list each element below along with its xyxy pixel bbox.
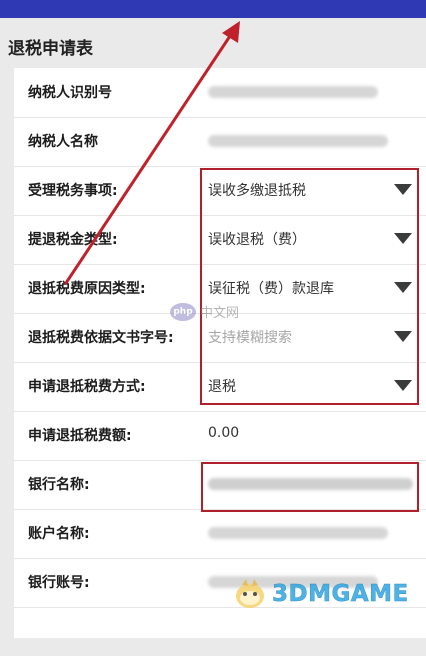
refund-reason-value: 误征税（费）款退库 — [208, 281, 334, 297]
account-name-label: 账户名称: — [28, 526, 90, 542]
taxpayer-id-label: 纳税人识别号 — [28, 85, 112, 101]
taxpayer-id-row: 纳税人识别号 — [14, 68, 426, 118]
refund-type-select[interactable]: 提退税金类型: 误收退税（费） — [14, 215, 426, 265]
bank-name-label: 银行名称: — [28, 477, 90, 493]
mascot-icon — [236, 579, 264, 608]
taxpayer-id-value-redacted — [208, 86, 378, 98]
next-row-partial — [14, 607, 426, 656]
bank-name-value-redacted — [208, 478, 413, 490]
refund-amount-row: 申请退抵税费额: 0.00 — [14, 411, 426, 461]
refund-method-label: 申请退抵税费方式: — [28, 379, 146, 395]
document-number-search-input[interactable]: 支持模糊搜索 — [208, 327, 292, 347]
tax-matter-value: 误收多缴退抵税 — [208, 183, 306, 199]
bank-account-label: 银行账号: — [28, 575, 90, 591]
chevron-down-icon[interactable] — [394, 184, 412, 195]
php-logo-icon: php — [170, 302, 196, 321]
refund-method-value: 退税 — [208, 379, 236, 395]
php-watermark: php 中文网 — [170, 302, 239, 321]
refund-amount-value: 0.00 — [208, 425, 240, 441]
chevron-down-icon[interactable] — [394, 233, 412, 244]
refund-method-select[interactable]: 申请退抵税费方式: 退税 — [14, 362, 426, 412]
taxpayer-name-value-redacted — [208, 135, 388, 147]
account-name-row: 账户名称: — [14, 509, 426, 559]
php-watermark-text: 中文网 — [200, 306, 240, 321]
refund-type-label: 提退税金类型: — [28, 232, 118, 248]
refund-form-card: 纳税人识别号 纳税人名称 受理税务事项: 误收多缴退抵税 提退税金类型: 误收退… — [14, 68, 426, 638]
document-number-label: 退抵税费依据文书字号: — [28, 330, 174, 346]
refund-reason-label: 退抵税费原因类型: — [28, 281, 146, 297]
tax-matter-select[interactable]: 受理税务事项: 误收多缴退抵税 — [14, 166, 426, 216]
refund-type-value: 误收退税（费） — [208, 232, 306, 248]
chevron-down-icon[interactable] — [394, 380, 412, 391]
taxpayer-name-row: 纳税人名称 — [14, 117, 426, 167]
tax-matter-label: 受理税务事项: — [28, 183, 118, 199]
bank-name-select[interactable]: 银行名称: — [14, 460, 426, 510]
refund-amount-label: 申请退抵税费额: — [28, 428, 132, 444]
top-app-bar — [0, 0, 426, 18]
form-title: 退税申请表 — [8, 39, 93, 59]
chevron-down-icon[interactable] — [394, 331, 412, 342]
account-name-value-redacted — [208, 527, 388, 539]
game-brand-text: 3DMGAME — [272, 581, 409, 608]
chevron-down-icon[interactable] — [394, 282, 412, 293]
game-watermark: 3DMGAME — [232, 576, 409, 612]
taxpayer-name-label: 纳税人名称 — [28, 134, 98, 150]
